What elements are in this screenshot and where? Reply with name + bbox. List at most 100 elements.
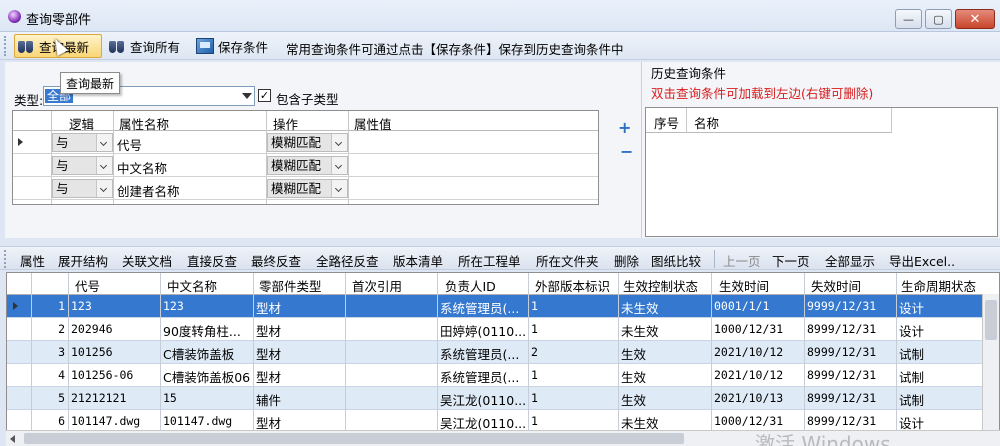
action-toolbar: 属性 展开结构 关联文档 直接反查 最终反查 全路径反查 版本清单 所在工程单 … <box>0 246 1000 270</box>
cell-lifecycle: 设计 <box>899 301 925 316</box>
cell-lifecycle: 试制 <box>899 370 925 385</box>
cell-ext-version: 1 <box>531 322 538 336</box>
col-effect-status[interactable]: 生效控制状态 <box>623 276 698 295</box>
col-code[interactable]: 代号 <box>75 276 100 295</box>
condition-row[interactable]: 与 中文名称 模糊匹配 <box>13 154 598 177</box>
expand-structure-button[interactable]: 展开结构 <box>58 251 108 270</box>
cell-code: 202946 <box>71 322 113 336</box>
cell-owner-id: 系统管理员(... <box>440 370 520 385</box>
attr-name-cell[interactable]: 中文名称 <box>117 158 167 177</box>
title-bar: 查询零部件 — ▢ ✕ <box>0 0 1000 32</box>
col-effect-time[interactable]: 生效时间 <box>719 276 769 295</box>
toolbar-separator <box>714 250 715 268</box>
direct-reverse-button[interactable]: 直接反查 <box>187 251 237 270</box>
toolbar-grip[interactable] <box>4 250 6 268</box>
cell-lifecycle: 设计 <box>899 324 925 339</box>
table-row[interactable]: 5 21212121 15 辅件 吴江龙(0110... 1 生效 2021/1… <box>7 387 999 410</box>
save-condition-button[interactable]: 保存条件 <box>196 34 268 58</box>
logic-select[interactable]: 与 <box>52 133 113 152</box>
remove-condition-button[interactable]: − <box>620 142 633 161</box>
logic-select[interactable]: 与 <box>52 156 113 175</box>
cell-cn-name: 123 <box>163 299 184 313</box>
scroll-thumb[interactable] <box>24 433 684 444</box>
final-reverse-button[interactable]: 最终反查 <box>251 251 301 270</box>
delete-button[interactable]: 删除 <box>614 251 639 270</box>
cell-effect-time: 1000/12/31 <box>714 414 784 428</box>
toolbar-hint: 常用查询条件可通过点击【保存条件】保存到历史查询条件中 <box>286 42 624 57</box>
logic-value: 与 <box>56 181 69 196</box>
chevron-down-icon[interactable] <box>96 157 112 174</box>
cell-ext-version: 1 <box>531 368 538 382</box>
col-lifecycle[interactable]: 生命周期状态 <box>901 276 976 295</box>
chevron-down-icon[interactable] <box>331 134 347 151</box>
col-ext-version[interactable]: 外部版本标识 <box>535 276 610 295</box>
close-button[interactable]: ✕ <box>955 9 995 29</box>
query-all-button[interactable]: 查询所有 <box>108 34 180 58</box>
cell-part-type: 型材 <box>256 301 282 316</box>
cell-code: 101147.dwg <box>71 414 141 428</box>
next-page-button[interactable]: 下一页 <box>772 251 810 270</box>
chevron-down-icon[interactable] <box>331 157 347 174</box>
containing-folder-button[interactable]: 所在文件夹 <box>536 251 599 270</box>
attr-name-cell[interactable]: 创建者名称 <box>117 181 180 200</box>
query-toolbar: 查询最新 查询所有 保存条件 常用查询条件可通过点击【保存条件】保存到历史查询条… <box>0 32 1000 60</box>
fullpath-reverse-button[interactable]: 全路径反查 <box>316 251 379 270</box>
show-all-button[interactable]: 全部显示 <box>825 251 875 270</box>
chevron-down-icon[interactable] <box>331 180 347 197</box>
grid-divider <box>686 108 687 133</box>
toolbar-grip[interactable] <box>4 36 8 56</box>
grid-divider <box>437 273 438 445</box>
table-row[interactable]: 2 202946 90度转角柱... 型材 田婷婷(0110... 1 未生效 … <box>7 318 999 341</box>
logic-value: 与 <box>56 135 69 150</box>
cell-effect-time: 2021/10/12 <box>714 345 784 359</box>
chevron-down-icon[interactable] <box>96 180 112 197</box>
table-row[interactable]: 1 123 123 型材 系统管理员(... 1 未生效 0001/1/1 99… <box>7 295 999 318</box>
cell-code: 101256 <box>71 345 113 359</box>
operation-select[interactable]: 模糊匹配 <box>267 156 348 175</box>
cell-expire-time: 9999/12/31 <box>807 299 877 313</box>
cell-code: 21212121 <box>71 391 127 405</box>
cell-effect-time: 2021/10/13 <box>714 391 784 405</box>
condition-row[interactable]: 与 创建者名称 模糊匹配 <box>13 177 598 200</box>
related-docs-button[interactable]: 关联文档 <box>122 251 172 270</box>
scroll-thumb[interactable] <box>985 300 997 340</box>
table-row[interactable]: 4 101256-06 C槽装饰盖板06 型材 系统管理员(... 1 生效 2… <box>7 364 999 387</box>
history-grid[interactable]: 序号 名称 <box>645 107 998 237</box>
include-subtype-checkbox[interactable]: ✓ <box>258 89 271 102</box>
tooltip: 查询最新 <box>60 72 120 94</box>
condition-row[interactable]: 与 代号 模糊匹配 <box>13 131 598 154</box>
vertical-scrollbar[interactable] <box>982 294 999 430</box>
grid-divider <box>618 273 619 445</box>
chevron-down-icon[interactable] <box>96 134 112 151</box>
col-cn-name[interactable]: 中文名称 <box>167 276 217 295</box>
table-row[interactable]: 3 101256 C槽装饰盖板 型材 系统管理员(... 2 生效 2021/1… <box>7 341 999 364</box>
prev-page-button[interactable]: 上一页 <box>723 251 761 270</box>
drawing-compare-button[interactable]: 图纸比较 <box>651 251 701 270</box>
cell-owner-id: 吴江龙(0110... <box>440 393 527 408</box>
col-first-ref[interactable]: 首次引用 <box>352 276 402 295</box>
col-part-type[interactable]: 零部件类型 <box>259 276 322 295</box>
grid-divider <box>891 108 892 133</box>
col-expire-time[interactable]: 失效时间 <box>811 276 861 295</box>
cell-expire-time: 8999/12/31 <box>807 391 877 405</box>
col-owner-id[interactable]: 负责人ID <box>445 276 496 295</box>
chevron-down-icon[interactable] <box>242 93 252 99</box>
minimize-button[interactable]: — <box>895 9 922 29</box>
app-icon <box>8 10 21 23</box>
maximize-button[interactable]: ▢ <box>925 9 952 29</box>
engineering-order-button[interactable]: 所在工程单 <box>458 251 521 270</box>
grid-divider <box>896 273 897 445</box>
properties-button[interactable]: 属性 <box>20 251 45 270</box>
scroll-left-icon[interactable] <box>10 435 15 443</box>
export-excel-button[interactable]: 导出Excel.. <box>889 251 955 270</box>
cell-expire-time: 8999/12/31 <box>807 414 877 428</box>
attr-name-cell[interactable]: 代号 <box>117 135 142 154</box>
add-condition-button[interactable]: + <box>618 118 631 137</box>
type-label: 类型: <box>14 93 44 108</box>
cell-lifecycle: 试制 <box>899 393 925 408</box>
operation-select[interactable]: 模糊匹配 <box>267 133 348 152</box>
version-list-button[interactable]: 版本清单 <box>393 251 443 270</box>
grid-divider <box>345 273 346 445</box>
logic-select[interactable]: 与 <box>52 179 113 198</box>
operation-select[interactable]: 模糊匹配 <box>267 179 348 198</box>
